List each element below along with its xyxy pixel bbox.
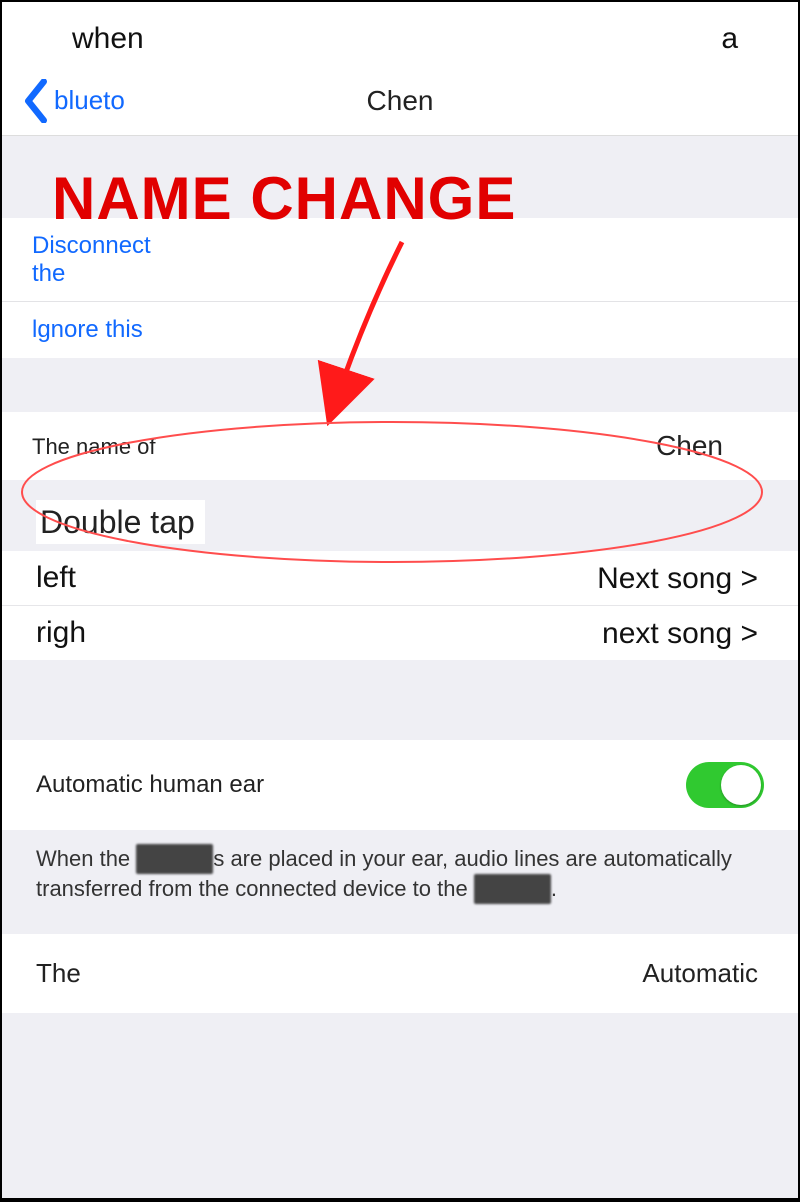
disconnect-label: Disconnect the xyxy=(32,232,152,287)
ignore-button[interactable]: lgnore this xyxy=(2,302,798,358)
dt-left-label: left xyxy=(36,561,76,595)
dt-right-value: next song > xyxy=(602,617,758,650)
dt-left-value: Next song > xyxy=(597,562,758,595)
auto-ear-description: When the AirPodss are placed in your ear… xyxy=(2,830,798,933)
redacted-word-2: AirPods xyxy=(474,874,551,904)
disconnect-button[interactable]: Disconnect the xyxy=(2,218,798,302)
bottom-row[interactable]: The Automatic xyxy=(2,934,798,1013)
auto-ear-row: Automatic human ear xyxy=(2,740,798,830)
auto-ear-label: Automatic human ear xyxy=(36,771,264,799)
auto-ear-toggle[interactable] xyxy=(686,762,764,808)
bottom-value: Automatic xyxy=(642,958,758,989)
bottom-label: The xyxy=(36,958,81,989)
double-tap-right-row[interactable]: righ next song > xyxy=(2,606,798,660)
dt-right-label: righ xyxy=(36,616,86,650)
double-tap-left-row[interactable]: left Next song > xyxy=(2,551,798,606)
top-left-label: when xyxy=(72,22,144,56)
name-label: The name of xyxy=(32,434,156,459)
name-row[interactable]: The name of Chen xyxy=(2,412,798,480)
top-right-label: a xyxy=(721,22,738,56)
chevron-left-icon xyxy=(22,79,50,123)
toggle-knob xyxy=(721,765,761,805)
back-button[interactable]: blueto xyxy=(2,79,125,123)
status-top-row: when a xyxy=(2,2,798,66)
double-tap-header: Double tap xyxy=(2,480,798,551)
ignore-label: lgnore this xyxy=(32,316,143,343)
back-label: blueto xyxy=(54,85,125,116)
nav-bar: blueto Chen xyxy=(2,66,798,136)
redacted-word-1: AirPods xyxy=(136,844,213,874)
name-value: Chen xyxy=(656,430,723,462)
